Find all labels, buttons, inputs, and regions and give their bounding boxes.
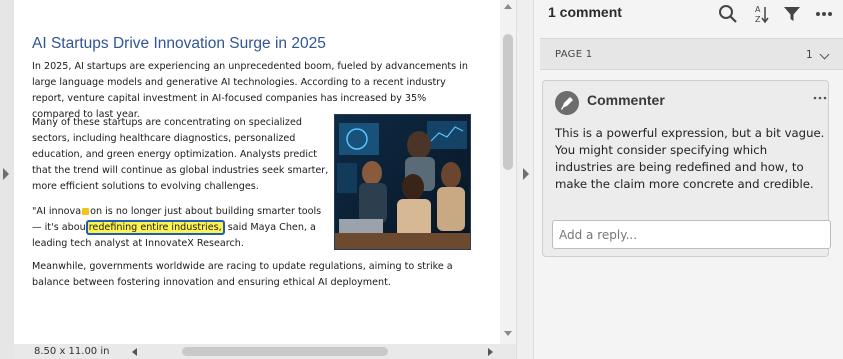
document-view: AI Startups Drive Innovation Surge in 20… [14, 0, 500, 344]
page-group-header[interactable]: PAGE 1 1 [540, 38, 843, 70]
svg-text:A: A [755, 5, 761, 14]
collapse-panel-arrow-icon[interactable] [523, 168, 529, 180]
expand-left-arrow-icon[interactable] [3, 168, 9, 180]
comment-text: This is a powerful expression, but a bit… [555, 126, 825, 191]
scroll-left-arrow-icon[interactable] [132, 348, 137, 356]
scroll-right-arrow-icon[interactable] [488, 348, 493, 356]
comment-card[interactable]: Commenter This is a powerful expression,… [542, 80, 831, 257]
more-icon[interactable] [814, 4, 834, 24]
page-group-label: PAGE 1 [555, 49, 593, 60]
comment-count: 1 comment [548, 4, 622, 20]
page-size-label: 8.50 x 11.00 in [34, 346, 110, 357]
team-photo-image [334, 114, 471, 250]
left-panel-strip [0, 0, 14, 359]
paragraph-4: Meanwhile, governments worldwide are rac… [32, 261, 453, 288]
quote-text-start: "AI innova [32, 206, 82, 217]
comment-more-icon[interactable] [813, 95, 827, 101]
paragraph-2: Many of these startups are concentrating… [32, 117, 329, 192]
page-group-count: 1 [806, 49, 813, 61]
status-bar: 8.50 x 11.00 in [14, 344, 516, 359]
avatar [555, 91, 579, 115]
comments-header: 1 comment A Z [534, 0, 843, 30]
horizontal-scroll-thumb[interactable] [182, 347, 388, 356]
pen-icon [560, 97, 573, 110]
vertical-scrollbar[interactable] [500, 0, 516, 344]
comment-marker-icon[interactable] [82, 208, 90, 215]
paragraph-3: "AI innova on is no longer just about bui… [32, 204, 332, 252]
document-page: AI Startups Drive Innovation Surge in 20… [14, 0, 500, 344]
highlighted-phrase[interactable]: redefining entire industries, [85, 220, 225, 235]
scroll-up-arrow-icon[interactable] [504, 4, 512, 9]
reply-input[interactable] [552, 220, 831, 249]
chevron-down-icon[interactable] [819, 49, 830, 60]
panel-divider[interactable] [516, 0, 534, 359]
comments-panel: 1 comment A Z PAGE 1 1 Commenter This is… [534, 0, 843, 359]
document-title: AI Startups Drive Innovation Surge in 20… [32, 35, 326, 52]
svg-text:Z: Z [755, 15, 761, 24]
filter-icon[interactable] [782, 4, 802, 24]
app-window: AI Startups Drive Innovation Surge in 20… [0, 0, 843, 359]
scroll-down-arrow-icon[interactable] [504, 331, 512, 336]
sort-az-icon[interactable]: A Z [750, 4, 770, 24]
search-icon[interactable] [718, 4, 738, 24]
vertical-scroll-thumb[interactable] [503, 34, 513, 170]
comment-author: Commenter [587, 92, 665, 108]
